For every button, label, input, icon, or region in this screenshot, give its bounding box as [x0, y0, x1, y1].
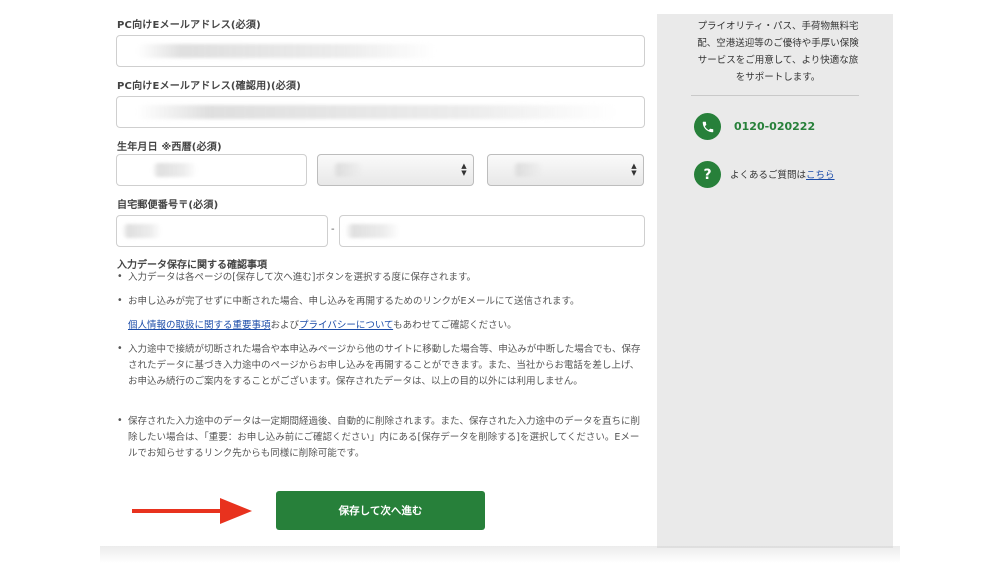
privacy-important-link[interactable]: 個人情報の取扱に関する重要事項 — [128, 320, 271, 331]
redacted-value — [513, 163, 543, 177]
phone-icon — [694, 113, 721, 140]
sidebar-description: プライオリティ・パス、手荷物無料宅配、空港送迎等のご優待や手厚い保険サービスをご… — [697, 21, 859, 83]
birthdate-label: 生年月日 ※西暦(必須) — [117, 142, 222, 153]
note-item-4: 保存された入力途中のデータは一定期間経過後、自動的に削除されます。また、保存され… — [128, 416, 641, 459]
faq-link[interactable]: こちら — [806, 170, 835, 181]
birth-day-select[interactable]: ▲▼ — [487, 154, 644, 186]
faq-prefix: よくあるご質問は — [730, 170, 807, 181]
bullet: • — [117, 343, 123, 354]
sidebar-divider — [691, 95, 859, 96]
save-and-next-button[interactable]: 保存して次へ進む — [276, 491, 485, 530]
privacy-suffix-text: もあわせてご確認ください。 — [393, 320, 517, 331]
page-bottom-shadow — [100, 546, 900, 563]
select-arrows-icon: ▲▼ — [631, 162, 637, 177]
privacy-note: 個人情報の取扱に関する重要事項およびプライバシーについてもあわせてご確認ください… — [128, 318, 643, 334]
phone-number[interactable]: 0120-020222 — [734, 120, 815, 133]
postal-code-first-field[interactable] — [116, 215, 328, 247]
note-item-3: 入力途中で接続が切断された場合や本申込みページから他のサイトに移動した場合等、申… — [128, 344, 641, 387]
privacy-and-text: および — [270, 320, 300, 331]
question-glyph: ? — [703, 166, 712, 183]
email-confirm-label: PC向けEメールアドレス(確認用)(必須) — [117, 81, 301, 92]
email-confirm-field[interactable] — [116, 96, 645, 128]
phone-glyph — [702, 121, 713, 132]
select-arrows-icon: ▲▼ — [461, 162, 467, 177]
note-item-1: 入力データは各ページの[保存して次へ進む]ボタンを選択する度に保存されます。 — [128, 272, 476, 283]
email-label: PC向けEメールアドレス(必須) — [117, 20, 261, 31]
postal-separator: - — [331, 224, 335, 235]
email-field[interactable] — [116, 35, 645, 67]
redacted-value — [137, 105, 617, 119]
bullet: • — [117, 271, 123, 282]
redacted-value — [137, 44, 437, 58]
redacted-value — [345, 224, 400, 238]
redacted-value — [152, 163, 197, 177]
bullet: • — [117, 415, 123, 426]
redacted-value — [333, 163, 363, 177]
red-arrow-icon — [132, 498, 252, 524]
birth-year-field[interactable] — [116, 154, 307, 186]
note-item-2: お申し込みが完了せずに中断された場合、申し込みを再開するためのリンクがEメールに… — [128, 296, 580, 307]
birth-month-select[interactable]: ▲▼ — [317, 154, 474, 186]
notes-title: 入力データ保存に関する確認事項 — [117, 260, 267, 271]
redacted-value — [122, 224, 162, 238]
question-icon: ? — [694, 161, 721, 188]
privacy-policy-link[interactable]: プライバシーについて — [299, 320, 393, 331]
bullet: • — [117, 295, 123, 306]
postal-label: 自宅郵便番号〒(必須) — [117, 200, 219, 211]
postal-code-second-field[interactable] — [339, 215, 645, 247]
faq-text: よくあるご質問はこちら — [730, 167, 835, 181]
